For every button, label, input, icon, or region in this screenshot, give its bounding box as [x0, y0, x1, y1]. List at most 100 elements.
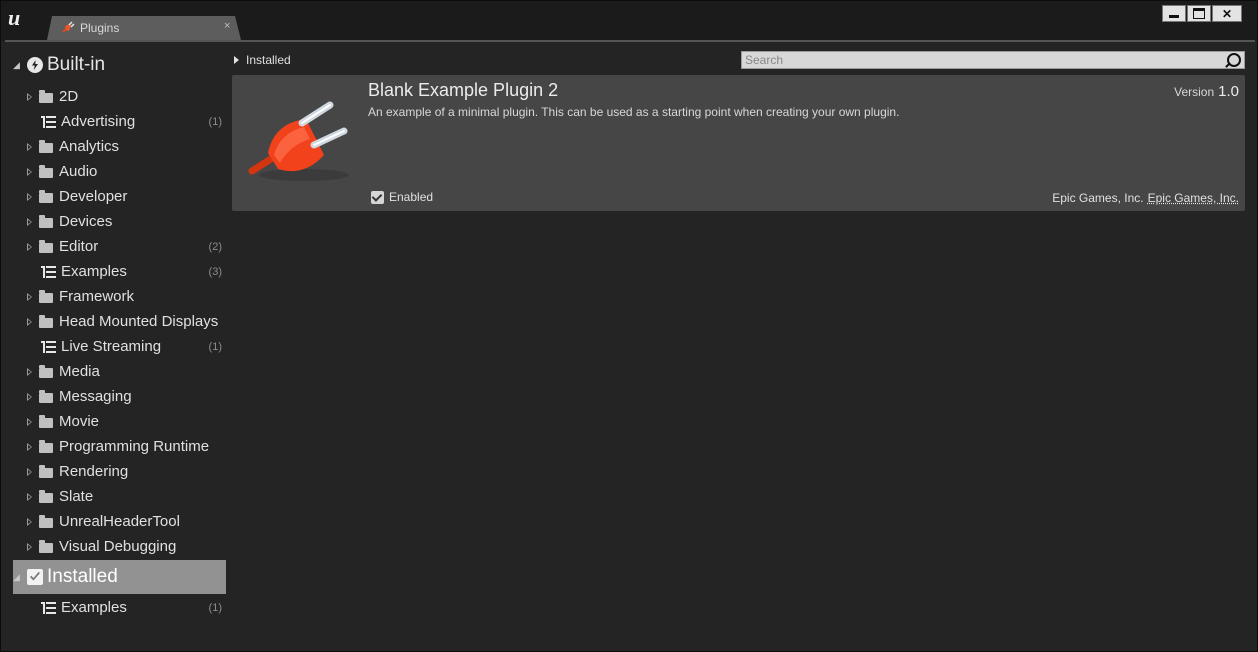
sidebar-item-label: Media	[59, 363, 100, 380]
collapse-arrow-icon[interactable]: ◢	[13, 60, 23, 71]
sidebar-item-head-mounted-displays[interactable]: Head Mounted Displays	[25, 309, 226, 334]
author-link[interactable]: Epic Games, Inc.	[1148, 191, 1239, 205]
close-window-button[interactable]: ✕	[1212, 5, 1242, 22]
sidebar-item-label: Advertising	[61, 113, 136, 130]
sidebar-item-movie[interactable]: Movie	[25, 409, 226, 434]
sidebar-item-live-streaming[interactable]: Live Streaming (1)	[25, 334, 226, 359]
folder-icon	[39, 314, 53, 328]
plugin-name: Blank Example Plugin 2	[368, 80, 559, 100]
list-icon	[41, 115, 56, 128]
breadcrumb-arrow-icon	[234, 56, 239, 64]
tab-plugins-label: Plugins	[80, 21, 120, 35]
folder-icon	[39, 239, 53, 253]
breadcrumb-installed[interactable]: Installed	[246, 53, 291, 67]
sidebar-item-messaging[interactable]: Messaging	[25, 384, 226, 409]
sidebar-item-advertising[interactable]: Advertising (1)	[25, 109, 226, 134]
sidebar-item-label: Framework	[59, 288, 135, 305]
expand-arrow-icon[interactable]	[27, 167, 32, 176]
plugin-author: Epic Games, Inc. Epic Games, Inc.	[1052, 191, 1239, 205]
version-number: 1.0	[1218, 83, 1239, 100]
category-builtin[interactable]: ◢ Built-in	[13, 48, 226, 82]
sidebar-item-label: Rendering	[59, 463, 129, 480]
item-count-badge: (1)	[208, 115, 222, 128]
folder-icon	[39, 464, 53, 478]
sidebar-item-examples[interactable]: Examples (3)	[25, 259, 226, 284]
list-icon	[41, 265, 56, 278]
enabled-label: Enabled	[389, 190, 434, 204]
expand-arrow-icon[interactable]	[27, 192, 32, 201]
maximize-button[interactable]	[1187, 5, 1211, 22]
expand-arrow-icon[interactable]	[27, 242, 32, 251]
sidebar-item-label: Editor	[59, 238, 99, 255]
expand-arrow-icon[interactable]	[27, 317, 32, 326]
sidebar-item-label: Developer	[59, 188, 128, 205]
tab-plugins[interactable]: Plugins ×	[47, 16, 241, 40]
expand-arrow-icon[interactable]	[27, 92, 32, 101]
search-input[interactable]	[742, 52, 1218, 68]
folder-icon	[39, 139, 53, 153]
tab-close-icon[interactable]: ×	[224, 20, 230, 32]
sidebar-item-label: Messaging	[59, 388, 132, 405]
sidebar-item-label: UnrealHeaderTool	[59, 513, 180, 530]
expand-arrow-icon[interactable]	[27, 467, 32, 476]
expand-arrow-icon[interactable]	[27, 217, 32, 226]
item-count-badge: (1)	[208, 340, 222, 353]
folder-icon	[39, 514, 53, 528]
sidebar-item-slate[interactable]: Slate	[25, 484, 226, 509]
expand-arrow-icon[interactable]	[27, 417, 32, 426]
expand-arrow-icon[interactable]	[27, 517, 32, 526]
sidebar-item-programming-runtime[interactable]: Programming Runtime	[25, 434, 226, 459]
category-builtin-label: Built-in	[47, 54, 106, 75]
maximize-icon	[1193, 8, 1205, 19]
expand-arrow-icon[interactable]	[27, 542, 32, 551]
sidebar-item-media[interactable]: Media	[25, 359, 226, 384]
title-divider	[5, 40, 1255, 42]
sidebar-item-unrealheadertool[interactable]: UnrealHeaderTool	[25, 509, 226, 534]
sidebar-item-analytics[interactable]: Analytics	[25, 134, 226, 159]
sidebar-item-label: Slate	[59, 488, 94, 505]
sidebar-item-editor[interactable]: Editor (2)	[25, 234, 226, 259]
expand-arrow-icon[interactable]	[27, 442, 32, 451]
folder-icon	[39, 289, 53, 303]
sidebar-item-label: 2D	[59, 88, 79, 105]
plug-icon	[62, 21, 75, 33]
minimize-button[interactable]	[1162, 5, 1186, 22]
sidebar-item-developer[interactable]: Developer	[25, 184, 226, 209]
sidebar-item-examples[interactable]: Examples (1)	[25, 595, 226, 620]
folder-icon	[39, 389, 53, 403]
category-installed[interactable]: ◢ Installed	[13, 560, 226, 594]
unreal-logo-icon: u	[8, 5, 21, 30]
plugin-card: Blank Example Plugin 2 An example of a m…	[232, 75, 1245, 211]
plugins-window: u Plugins × ✕ ◢ Built-in 2D Advertising (1…	[0, 0, 1258, 652]
enabled-checkbox[interactable]	[371, 190, 384, 204]
expand-arrow-icon[interactable]	[27, 392, 32, 401]
category-installed-label: Installed	[47, 566, 118, 587]
sidebar-item-label: Programming Runtime	[59, 438, 210, 455]
expand-arrow-icon[interactable]	[27, 142, 32, 151]
plugin-description: An example of a minimal plugin. This can…	[368, 105, 900, 119]
sidebar-item-rendering[interactable]: Rendering	[25, 459, 226, 484]
sidebar-item-label: Devices	[59, 213, 113, 230]
folder-icon	[39, 89, 53, 103]
sidebar-item-framework[interactable]: Framework	[25, 284, 226, 309]
installed-icon	[27, 569, 43, 585]
collapse-arrow-icon[interactable]: ◢	[13, 572, 23, 583]
folder-icon	[39, 414, 53, 428]
sidebar-item-audio[interactable]: Audio	[25, 159, 226, 184]
sidebar-item-label: Examples	[61, 263, 127, 280]
sidebar-item-label: Movie	[59, 413, 100, 430]
folder-icon	[39, 364, 53, 378]
expand-arrow-icon[interactable]	[27, 292, 32, 301]
sidebar-item-visual-debugging[interactable]: Visual Debugging	[25, 534, 226, 559]
list-icon	[41, 340, 56, 353]
breadcrumb[interactable]: Installed	[234, 51, 291, 69]
sidebar-item-2d[interactable]: 2D	[25, 84, 226, 109]
version-label: Version	[1174, 85, 1215, 99]
expand-arrow-icon[interactable]	[27, 367, 32, 376]
search-box[interactable]	[741, 51, 1245, 69]
expand-arrow-icon[interactable]	[27, 492, 32, 501]
plug-icon	[248, 101, 349, 181]
search-icon[interactable]	[1227, 53, 1241, 67]
sidebar-item-devices[interactable]: Devices	[25, 209, 226, 234]
enabled-toggle[interactable]: Enabled	[371, 190, 433, 204]
